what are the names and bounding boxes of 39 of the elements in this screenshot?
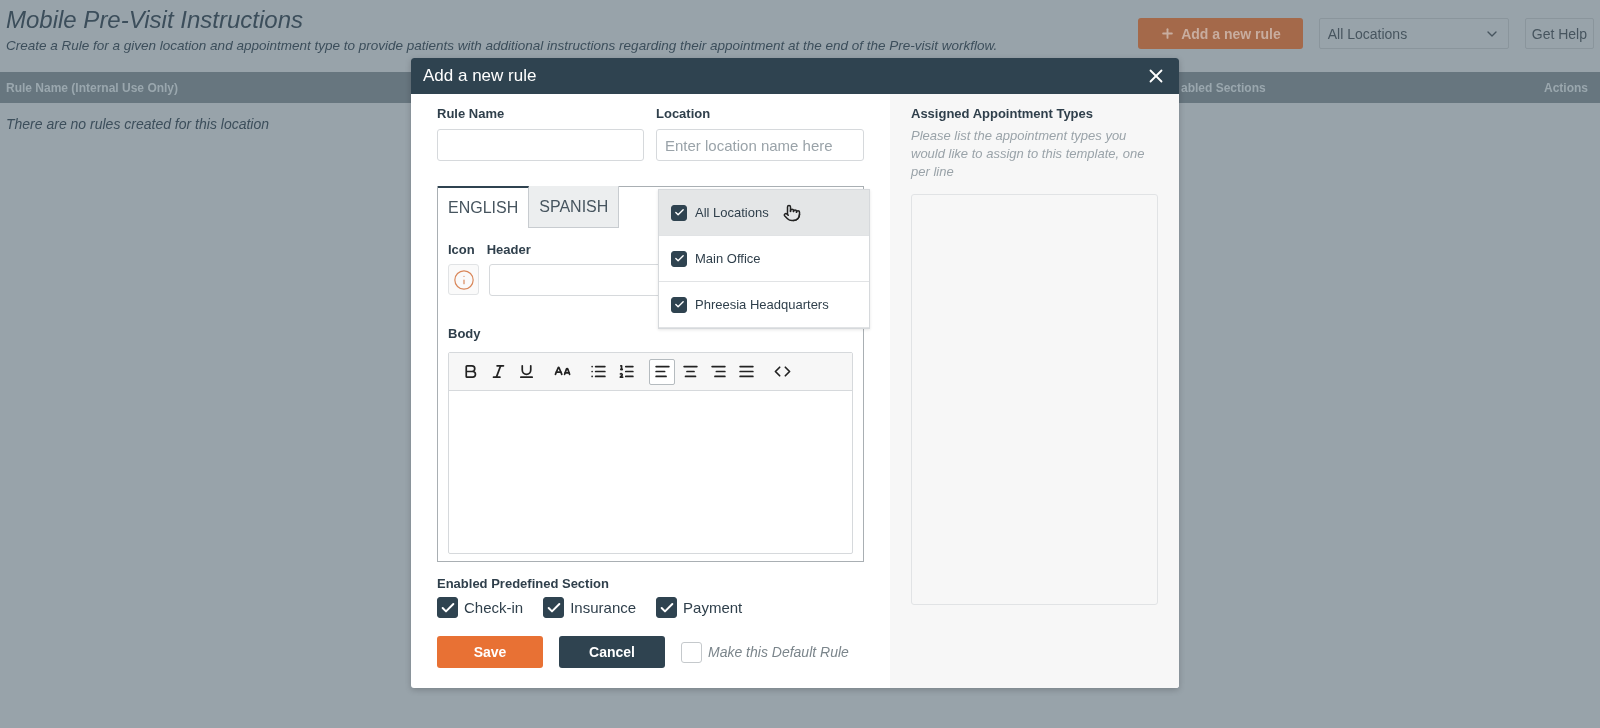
hand-cursor-icon <box>783 204 801 222</box>
language-tab[interactable]: SPANISH <box>529 186 620 228</box>
field-label: Rule Name <box>437 106 506 121</box>
checkbox-label: Check-in <box>464 599 524 616</box>
modal-title: Add a new rule <box>423 66 537 86</box>
checkmark-icon <box>673 207 685 218</box>
option-label: All Locations <box>695 205 769 220</box>
field-label: Assigned Appointment Types <box>911 106 1094 121</box>
field-label: Icon <box>448 242 475 257</box>
checkbox[interactable] <box>671 296 687 313</box>
page-subtitle: Create a Rule for a given location and appointment type to provide patients with additional instructions regarding their appointment at the end of the Pre-visit workflow. <box>6 38 998 53</box>
page-title: Mobile Pre-Visit Instructions <box>6 6 303 34</box>
checkmark-icon <box>673 299 685 310</box>
option-label: Phreesia Headquarters <box>695 297 829 312</box>
dropdown-option[interactable]: All Locations <box>659 190 869 236</box>
checkbox-label: Insurance <box>570 599 637 616</box>
hint-text: Please list the appointment types you would like to assign to this template, one per line <box>911 127 1146 182</box>
dropdown-option[interactable]: Phreesia Headquarters <box>659 282 869 328</box>
field-label: Body <box>448 326 482 341</box>
language-tab[interactable]: ENGLISH <box>438 186 530 228</box>
dropdown-option[interactable]: Main Office <box>659 236 869 282</box>
option-label: Main Office <box>695 251 761 266</box>
field-label: Location <box>656 106 712 121</box>
section-label: Enabled Predefined Section <box>437 576 610 591</box>
checkbox[interactable] <box>437 597 458 618</box>
left-icon[interactable] <box>649 358 675 385</box>
checkbox[interactable] <box>656 597 678 618</box>
checkmark-icon <box>673 253 685 264</box>
checkbox[interactable] <box>543 597 565 618</box>
empty-message: There are no rules created for this location <box>6 116 270 132</box>
checkbox-label: Payment <box>683 599 743 616</box>
rule-name-input[interactable] <box>437 129 644 161</box>
checkbox[interactable] <box>671 250 687 267</box>
plus-icon <box>1160 26 1176 41</box>
location-input[interactable]: Enter location name here <box>656 129 864 161</box>
field-label: Header <box>486 242 531 257</box>
checkbox[interactable] <box>671 204 687 221</box>
checkbox-label: Make this Default Rule <box>708 644 849 660</box>
cancel-button[interactable]: Cancel <box>559 636 665 668</box>
